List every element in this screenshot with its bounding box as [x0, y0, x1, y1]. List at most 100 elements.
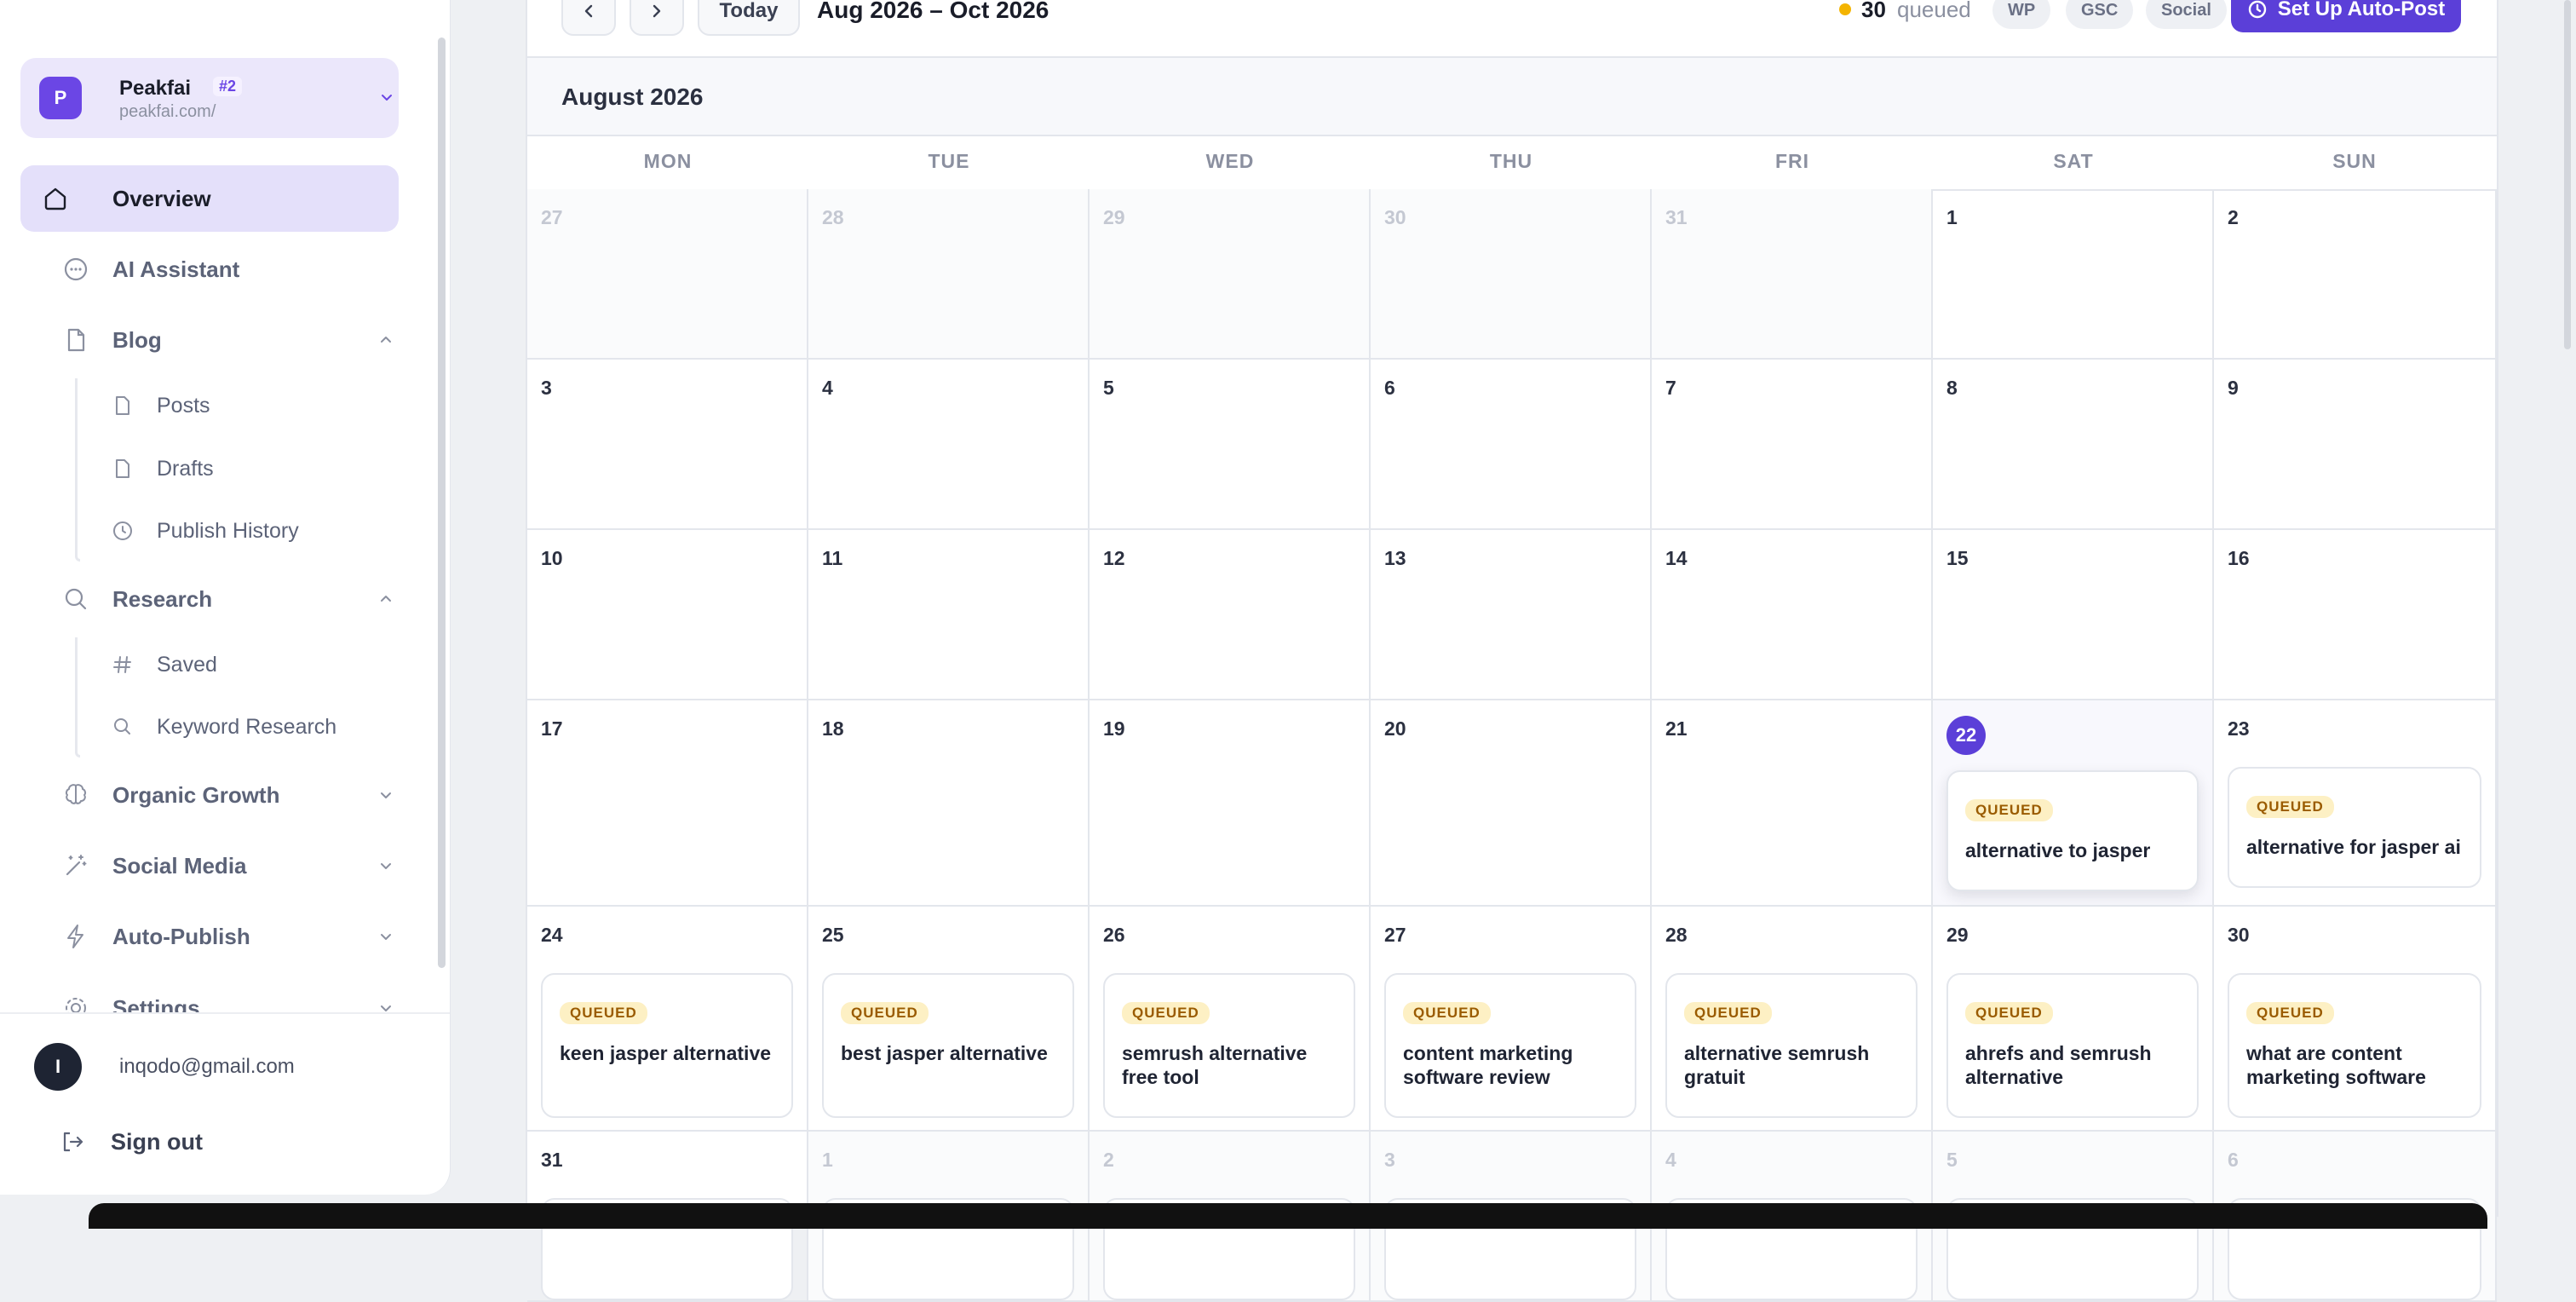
scheduled-post-card[interactable]: QUEUED best jasper alternative: [822, 973, 1074, 1118]
scheduled-post-card[interactable]: QUEUED keen jasper alternative: [541, 973, 793, 1118]
scheduled-post-card[interactable]: QUEUED alternative to jasper: [1946, 770, 2199, 891]
day-cell[interactable]: 1: [1933, 189, 2214, 360]
chat-bubble-icon: [61, 255, 90, 284]
day-number: 1: [1946, 206, 1958, 228]
nav-blog-publish-history[interactable]: Publish History: [111, 505, 392, 556]
day-cell[interactable]: 26 QUEUED semrush alternative free tool: [1090, 907, 1371, 1132]
day-cell[interactable]: 16: [2214, 530, 2497, 700]
chevron-up-icon: [381, 337, 391, 343]
day-cell-today[interactable]: 22 QUEUED alternative to jasper: [1933, 700, 2214, 907]
chevron-down-icon: [381, 1005, 391, 1011]
day-cell[interactable]: 19: [1090, 700, 1371, 907]
day-cell[interactable]: 7: [1652, 360, 1933, 530]
day-cell[interactable]: 2: [2214, 189, 2497, 360]
sign-out-button[interactable]: Sign out: [34, 1116, 392, 1167]
workspace-switcher[interactable]: P Peakfai #2 peakfai.com/: [20, 58, 399, 138]
day-cell[interactable]: 29: [1090, 189, 1371, 360]
search-icon: [111, 715, 135, 739]
scheduled-post-card[interactable]: QUEUED ahrefs and semrush alternative: [1946, 973, 2199, 1118]
nav-blog-posts[interactable]: Posts: [111, 380, 392, 431]
nav-overview[interactable]: Overview: [20, 165, 399, 232]
day-number: 18: [822, 717, 844, 740]
nav-overview-label: Overview: [112, 185, 211, 211]
workspace-badge: #2: [213, 77, 243, 96]
day-cell[interactable]: 30: [1371, 189, 1652, 360]
scheduled-post-card[interactable]: QUEUED alternative semrush gratuit: [1665, 973, 1918, 1118]
day-number: 25: [822, 924, 844, 946]
day-cell[interactable]: 21: [1652, 700, 1933, 907]
next-button[interactable]: [630, 0, 684, 36]
scheduled-post-card[interactable]: QUEUED what are content marketing softwa…: [2228, 973, 2481, 1118]
day-cell[interactable]: 20: [1371, 700, 1652, 907]
day-cell[interactable]: 13: [1371, 530, 1652, 700]
status-badge: QUEUED: [1965, 1002, 2053, 1024]
day-cell[interactable]: 17: [527, 700, 808, 907]
day-number: 9: [2228, 377, 2239, 399]
day-cell[interactable]: 28: [808, 189, 1090, 360]
page-scrollbar[interactable]: [2564, 0, 2571, 349]
document-icon: [111, 394, 135, 418]
day-cell[interactable]: 29 QUEUED ahrefs and semrush alternative: [1933, 907, 2214, 1132]
day-cell[interactable]: 3: [527, 360, 808, 530]
day-cell[interactable]: 15: [1933, 530, 2214, 700]
day-cell[interactable]: 25 QUEUED best jasper alternative: [808, 907, 1090, 1132]
set-up-auto-post-button[interactable]: Set Up Auto-Post: [2231, 0, 2461, 32]
avatar[interactable]: I: [34, 1043, 82, 1091]
status-badge: QUEUED: [2246, 796, 2334, 818]
filter-chip-social[interactable]: Social: [2146, 0, 2227, 29]
day-cell[interactable]: 30 QUEUED what are content marketing sof…: [2214, 907, 2497, 1132]
day-cell[interactable]: 31: [1652, 189, 1933, 360]
day-cell[interactable]: 24 QUEUED keen jasper alternative: [527, 907, 808, 1132]
sidebar-footer: I inqodo@gmail.com Sign out: [0, 1012, 450, 1196]
sidebar-scrollbar[interactable]: [438, 37, 446, 968]
day-number: 15: [1946, 547, 1969, 569]
date-range-label: Aug 2026 – Oct 2026: [817, 0, 1049, 23]
day-cell[interactable]: 4: [808, 360, 1090, 530]
day-cell[interactable]: 9: [2214, 360, 2497, 530]
nav-blog[interactable]: Blog: [20, 307, 399, 373]
filter-chip-wp[interactable]: WP: [1992, 0, 2051, 29]
day-cell[interactable]: 10: [527, 530, 808, 700]
day-cell[interactable]: 28 QUEUED alternative semrush gratuit: [1652, 907, 1933, 1132]
day-cell[interactable]: 27 QUEUED content marketing software rev…: [1371, 907, 1652, 1132]
filter-chip-gsc[interactable]: GSC: [2066, 0, 2134, 29]
nav-research-keyword[interactable]: Keyword Research: [111, 701, 392, 752]
research-subtree-line: [75, 637, 80, 758]
nav-research-saved[interactable]: Saved: [111, 639, 392, 690]
nav-settings-clip: Settings: [0, 971, 450, 1012]
day-cell[interactable]: 6: [1371, 360, 1652, 530]
nav-settings[interactable]: Settings: [20, 975, 399, 1012]
scheduled-post-card[interactable]: QUEUED semrush alternative free tool: [1103, 973, 1355, 1118]
day-number: 20: [1384, 717, 1406, 740]
weekday-mon: MON: [643, 149, 693, 172]
day-cell[interactable]: 12: [1090, 530, 1371, 700]
day-number: 23: [2228, 717, 2250, 740]
sidebar: P Peakfai #2 peakfai.com/ Overview AI As…: [0, 0, 451, 1195]
sign-out-label: Sign out: [111, 1128, 203, 1155]
nav-organic-growth[interactable]: Organic Growth: [20, 762, 399, 828]
status-badge: QUEUED: [1965, 799, 2053, 821]
today-button[interactable]: Today: [698, 0, 800, 36]
day-cell[interactable]: 27: [527, 189, 808, 360]
day-cell[interactable]: 11: [808, 530, 1090, 700]
document-icon: [111, 457, 135, 481]
nav-social-media[interactable]: Social Media: [20, 832, 399, 899]
day-number: 2: [2228, 206, 2239, 228]
magic-wand-icon: [61, 851, 90, 880]
nav-blog-drafts[interactable]: Drafts: [111, 443, 392, 494]
nav-ai-assistant[interactable]: AI Assistant: [20, 236, 399, 302]
workspace-name: Peakfai: [119, 77, 192, 100]
day-cell[interactable]: 18: [808, 700, 1090, 907]
chevron-left-icon: [584, 4, 593, 18]
bottom-dock-edge: [89, 1203, 2487, 1229]
scheduled-post-card[interactable]: QUEUED alternative for jasper ai: [2228, 767, 2481, 888]
day-cell[interactable]: 23 QUEUED alternative for jasper ai: [2214, 700, 2497, 907]
day-cell[interactable]: 5: [1090, 360, 1371, 530]
nav-research[interactable]: Research: [20, 566, 399, 632]
day-cell[interactable]: 14: [1652, 530, 1933, 700]
day-number: 4: [1665, 1149, 1676, 1171]
nav-auto-publish[interactable]: Auto-Publish: [20, 903, 399, 970]
day-cell[interactable]: 8: [1933, 360, 2214, 530]
prev-button[interactable]: [561, 0, 616, 36]
scheduled-post-card[interactable]: QUEUED content marketing software review: [1384, 973, 1636, 1118]
